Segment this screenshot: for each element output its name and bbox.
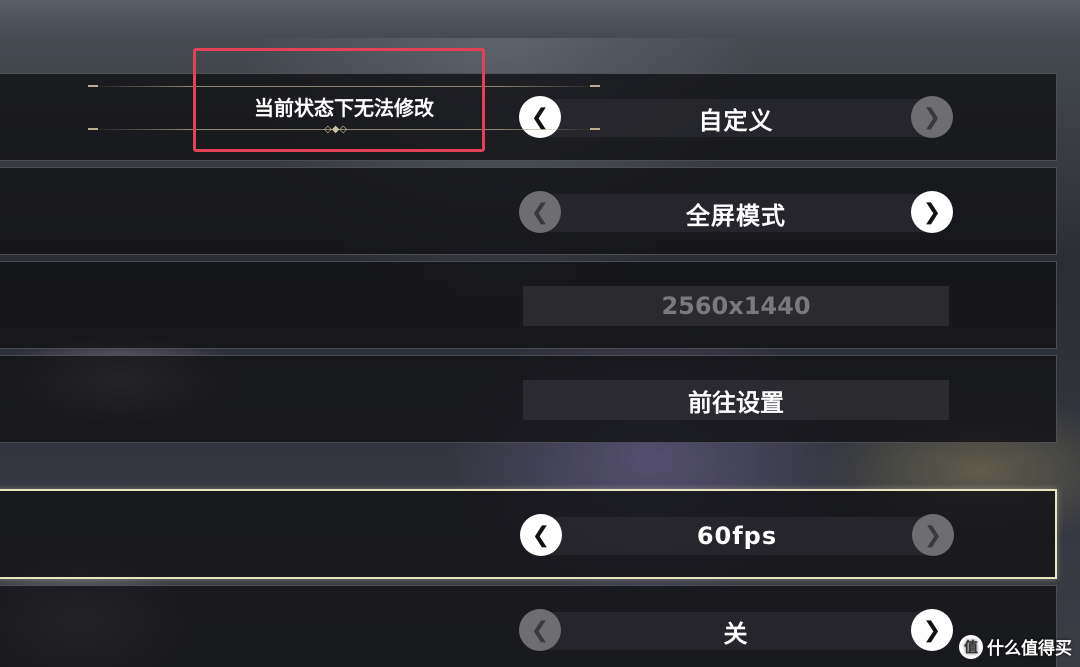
toggle-value: 关	[723, 619, 749, 648]
tooltip-cap	[590, 128, 600, 130]
toggle-selector: 关 ❮ ❯	[519, 609, 953, 653]
chevron-right-icon[interactable]: ❯	[911, 96, 953, 138]
setting-row-toggle: 关 ❮ ❯	[0, 585, 1057, 667]
watermark-logo-icon: 值	[959, 634, 983, 659]
chevron-left-icon[interactable]: ❮	[520, 514, 562, 556]
tooltip-cap	[88, 128, 98, 130]
watermark: 值 什么值得买	[959, 634, 1072, 659]
chevron-right-icon[interactable]: ❯	[911, 609, 953, 651]
chevron-left-icon[interactable]: ❮	[519, 191, 561, 233]
tooltip-cap	[88, 85, 98, 87]
framerate-selector: 60fps ❮ ❯	[520, 514, 954, 558]
setting-row-goto: 前往设置	[0, 355, 1057, 443]
resolution-field: 2560x1440	[523, 286, 949, 326]
setting-row-resolution: 2560x1440	[0, 261, 1057, 349]
display-mode-value: 全屏模式	[686, 201, 786, 230]
watermark-text: 什么值得买	[987, 639, 1072, 659]
goto-settings-button[interactable]: 前往设置	[523, 380, 949, 420]
framerate-value: 60fps	[696, 522, 778, 550]
display-mode-selector: 全屏模式 ❮ ❯	[519, 191, 953, 235]
annotation-highlight-box	[193, 48, 485, 152]
tooltip-cap	[590, 85, 600, 87]
chevron-left-icon[interactable]: ❮	[519, 609, 561, 651]
game-background: 自定义 ❮ ❯ 全屏模式 ❮ ❯ 2560x1440 前往设置 60fps ❮ …	[0, 0, 1080, 667]
top-strip	[0, 0, 1080, 38]
chevron-right-icon[interactable]: ❯	[911, 191, 953, 233]
setting-row-framerate: 60fps ❮ ❯	[0, 489, 1057, 579]
setting-row-display-mode: 全屏模式 ❮ ❯	[0, 167, 1057, 255]
chevron-right-icon[interactable]: ❯	[912, 514, 954, 556]
